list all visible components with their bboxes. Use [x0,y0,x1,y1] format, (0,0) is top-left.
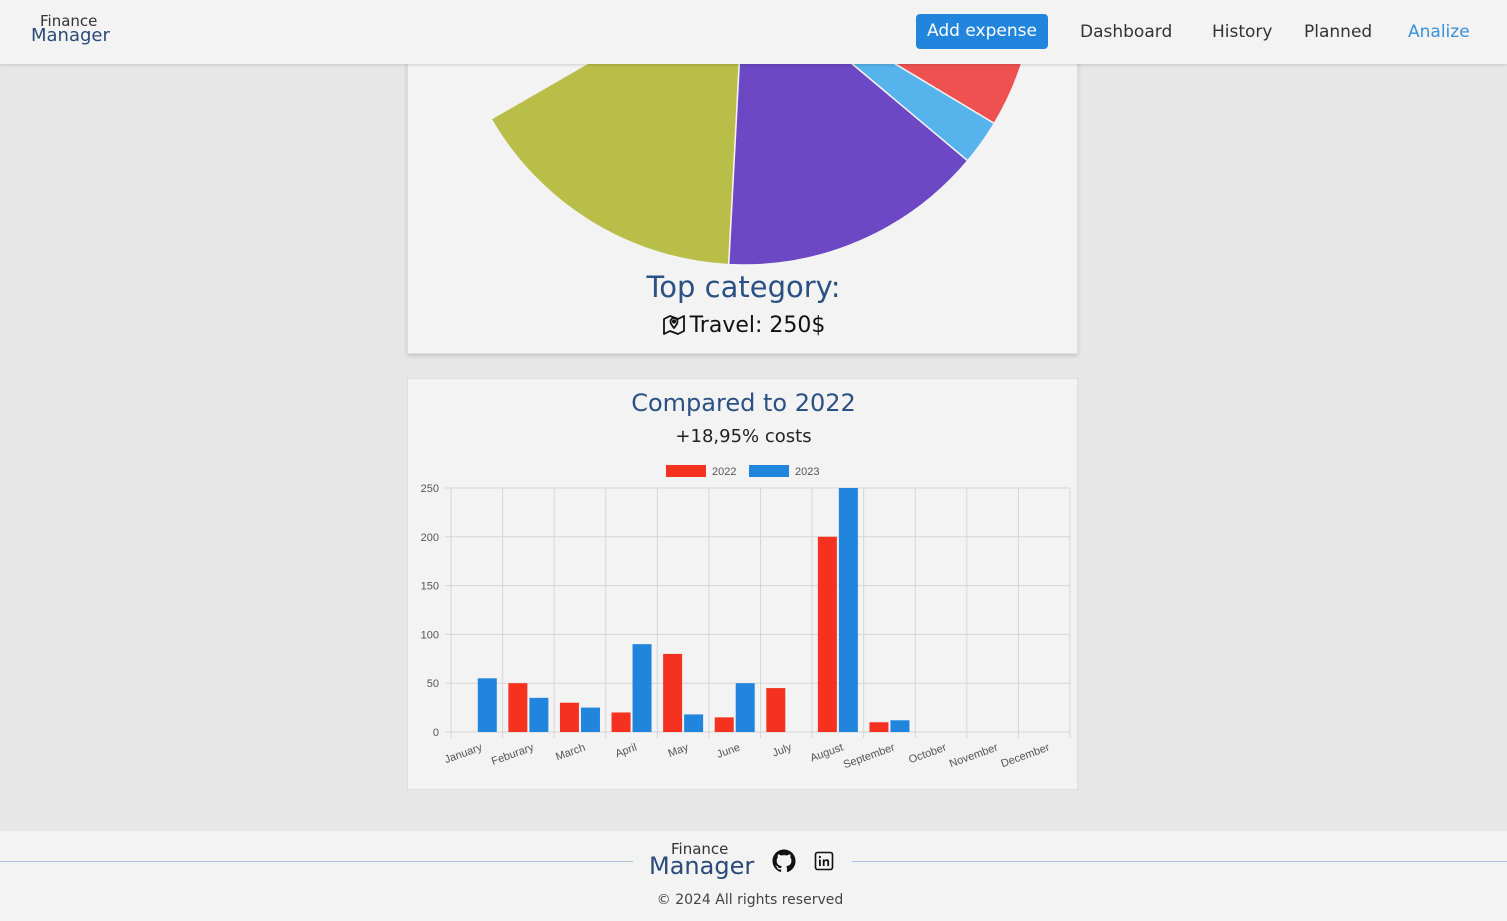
x-tick-label: Feburary [490,741,536,768]
x-tick-label: January [443,741,484,766]
bar-2023-march[interactable] [580,707,600,732]
github-icon[interactable] [772,849,796,877]
y-tick-label: 150 [421,581,439,593]
x-tick-label: October [907,741,948,766]
y-tick-label: 250 [421,483,439,495]
top-category-card: Top category: Travel: 250$ [407,30,1078,354]
comparison-card: Compared to 2022 +18,95% costs 0 50 100 150… [407,378,1078,790]
brand-logo[interactable]: Finance Manager [31,14,110,45]
nav-analize[interactable]: Analize [1408,21,1470,43]
navbar: Finance Manager Add expense Dashboard Hi… [0,0,1507,64]
legend-swatch-2022[interactable] [666,465,706,477]
legend-label-2022[interactable]: 2022 [712,466,736,478]
bar-2023-september[interactable] [890,720,910,732]
x-tick-label: April [614,742,639,761]
y-tick-label: 100 [421,629,439,641]
legend-label-2023[interactable]: 2023 [795,466,819,478]
x-tick-label: September [842,741,897,771]
top-category-text: Travel: 250$ [689,313,826,338]
x-tick-label: June [715,742,742,761]
legend-swatch-2023[interactable] [749,465,789,477]
y-tick-label: 50 [427,678,439,690]
footer-divider-left [0,861,633,862]
bar-2023-june[interactable] [735,683,755,732]
bar-2022-september[interactable] [869,722,889,732]
x-tick-label: March [554,742,587,764]
y-tick-label: 200 [421,532,439,544]
footer-brand[interactable]: Finance Manager [649,842,755,880]
bar-2022-march[interactable] [559,702,579,732]
footer-brand-bottom: Manager [649,852,755,880]
y-tick-label: 0 [433,727,439,739]
add-expense-button[interactable]: Add expense [916,14,1048,49]
footer-divider-right [852,861,1507,862]
bar-chart: 0 50 100 150 200 250 January Feburary March April… [421,465,1071,771]
bar-2023-may[interactable] [684,714,704,732]
copyright-text: © 2024 All rights reserved [656,892,844,908]
bar-2023-feburary[interactable] [529,697,549,732]
nav-dashboard[interactable]: Dashboard [1080,21,1172,43]
map-pin-icon [662,312,686,345]
linkedin-icon[interactable] [814,851,834,875]
footer: Finance Manager © 2024 All rights reserv… [0,831,1507,921]
nav-planned[interactable]: Planned [1304,21,1372,43]
bar-2022-april[interactable] [611,712,631,732]
bar-2023-august[interactable] [838,488,858,732]
x-tick-label: July [771,741,794,759]
x-tick-label: May [667,741,691,760]
bar-2022-july[interactable] [766,688,786,732]
bar-2022-june[interactable] [714,717,734,732]
top-category-title: Top category: [646,270,841,304]
pie-chart [490,31,1031,266]
x-tick-label: August [809,742,845,765]
x-tick-label: December [999,741,1051,770]
bar-2022-august[interactable] [817,536,837,732]
bar-2023-january[interactable] [477,678,497,732]
bar-2022-feburary[interactable] [508,683,528,732]
x-tick-label: November [948,741,1000,770]
top-category-value: Travel: 250$ [408,311,1077,345]
pie-slice-0[interactable] [490,31,744,266]
bar-2023-april[interactable] [632,644,652,732]
bar-2022-may[interactable] [663,653,683,732]
brand-bottom: Manager [31,25,110,46]
nav-history[interactable]: History [1212,21,1272,43]
